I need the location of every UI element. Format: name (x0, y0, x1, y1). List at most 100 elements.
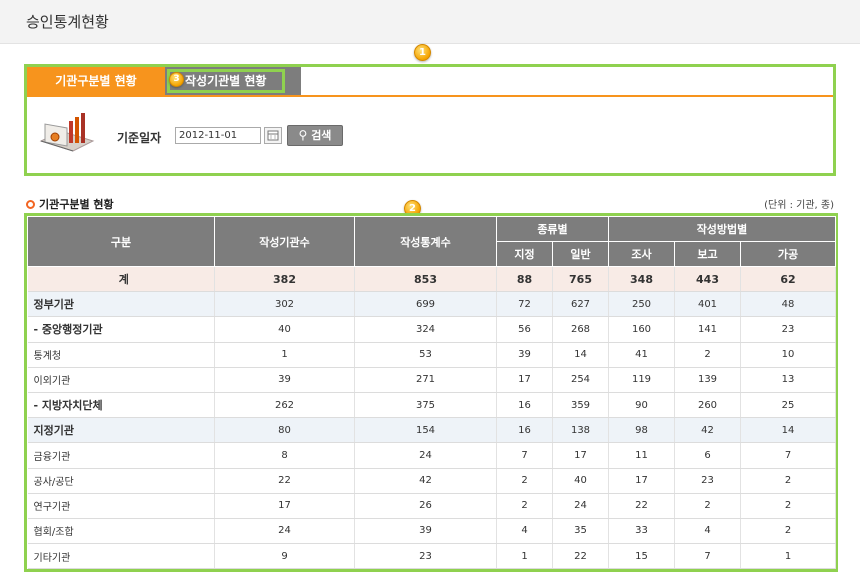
row-label: 금융기관 (27, 442, 215, 469)
table-row: 이외기관 39 271 17 254 119 139 13 (27, 367, 836, 393)
cell-stat: 39 (354, 518, 497, 545)
cell-rep: 4 (674, 518, 741, 545)
row-label: - 중앙행정기관 (27, 316, 215, 343)
cell-org: 80 (214, 417, 355, 444)
row-label: 정부기관 (27, 291, 215, 318)
search-button-label: 검색 (311, 129, 332, 142)
cell-des: 7 (496, 442, 553, 469)
cell-des: 2 (496, 468, 553, 494)
cell-rep: 6 (674, 442, 741, 469)
header-processing: 가공 (740, 241, 836, 267)
header-designated: 지정 (496, 241, 553, 267)
cell-rep: 139 (674, 367, 741, 393)
cell-sur: 17 (608, 468, 675, 494)
annotation-marker-3: 3 (169, 72, 184, 87)
cell-org: 262 (214, 392, 355, 419)
cell-des: 16 (496, 417, 553, 444)
row-label: 연구기관 (27, 493, 215, 519)
cell-sur: 98 (608, 417, 675, 444)
cell-sur: 119 (608, 367, 675, 393)
header-survey: 조사 (608, 241, 675, 267)
cell-pro: 23 (740, 316, 836, 343)
cell-des: 88 (496, 266, 553, 293)
header-category: 구분 (27, 216, 215, 267)
cell-stat: 375 (354, 392, 497, 419)
cell-rep: 23 (674, 468, 741, 494)
row-label: 협회/조합 (27, 518, 215, 545)
row-label: 이외기관 (27, 367, 215, 393)
cell-org: 39 (214, 367, 355, 393)
tab-bar: 기관구분별 현황 3 작성기관별 현황 (27, 67, 833, 97)
tab-by-org-type[interactable]: 기관구분별 현황 (27, 67, 165, 95)
table-row: 공사/공단 22 42 2 40 17 23 2 (27, 468, 836, 494)
cell-stat: 26 (354, 493, 497, 519)
cell-rep: 7 (674, 543, 741, 570)
header-method-group: 작성방법별 (608, 216, 836, 242)
cell-pro: 10 (740, 342, 836, 368)
cell-org: 9 (214, 543, 355, 570)
cell-org: 40 (214, 316, 355, 343)
cell-sur: 41 (608, 342, 675, 368)
unit-note: (단위 : 기관, 종) (764, 200, 834, 211)
table-row: - 지방자치단체 262 375 16 359 90 260 25 (27, 392, 836, 419)
cell-des: 16 (496, 392, 553, 419)
cell-org: 17 (214, 493, 355, 519)
cell-stat: 271 (354, 367, 497, 393)
cell-sur: 11 (608, 442, 675, 469)
bullet-icon (26, 200, 35, 209)
cell-gen: 254 (552, 367, 609, 393)
tab-by-org-label: 작성기관별 현황 (185, 74, 267, 88)
cell-gen: 765 (552, 266, 609, 293)
cell-sur: 250 (608, 291, 675, 318)
cell-org: 22 (214, 468, 355, 494)
header-stat-count: 작성통계수 (354, 216, 497, 267)
header-report: 보고 (674, 241, 741, 267)
table-row: 계 382 853 88 765 348 443 62 (27, 266, 836, 293)
table-row: 통계청 1 53 39 14 41 2 10 (27, 342, 836, 368)
cell-gen: 17 (552, 442, 609, 469)
statistics-chart-icon (39, 113, 95, 152)
cell-org: 8 (214, 442, 355, 469)
cell-rep: 401 (674, 291, 741, 318)
cell-gen: 359 (552, 392, 609, 419)
table-row: 금융기관 8 24 7 17 11 6 7 (27, 442, 836, 469)
cell-org: 24 (214, 518, 355, 545)
page-header: 승인통계현황 (0, 0, 860, 44)
cell-gen: 268 (552, 316, 609, 343)
cell-org: 382 (214, 266, 355, 293)
date-input[interactable] (175, 127, 261, 144)
table-row: - 중앙행정기관 40 324 56 268 160 141 23 (27, 316, 836, 343)
row-label: 통계청 (27, 342, 215, 368)
cell-des: 56 (496, 316, 553, 343)
cell-sur: 15 (608, 543, 675, 570)
cell-sur: 33 (608, 518, 675, 545)
row-label: 계 (27, 266, 215, 293)
annotation-marker-1: 1 (414, 44, 431, 61)
cell-rep: 2 (674, 342, 741, 368)
header-type-group: 종류별 (496, 216, 609, 242)
calendar-button[interactable] (264, 127, 282, 144)
cell-pro: 25 (740, 392, 836, 419)
cell-sur: 160 (608, 316, 675, 343)
cell-rep: 42 (674, 417, 741, 444)
cell-des: 4 (496, 518, 553, 545)
tab-by-org[interactable]: 3 작성기관별 현황 (165, 67, 301, 95)
cell-stat: 324 (354, 316, 497, 343)
row-label: 공사/공단 (27, 468, 215, 494)
cell-pro: 62 (740, 266, 836, 293)
cell-stat: 699 (354, 291, 497, 318)
cell-des: 39 (496, 342, 553, 368)
cell-rep: 2 (674, 493, 741, 519)
search-button[interactable]: ⚲ 검색 (287, 125, 343, 146)
table-row: 정부기관 302 699 72 627 250 401 48 (27, 291, 836, 318)
table-row: 지정기관 80 154 16 138 98 42 14 (27, 417, 836, 444)
cell-stat: 853 (354, 266, 497, 293)
cell-org: 302 (214, 291, 355, 318)
cell-pro: 1 (740, 543, 836, 570)
cell-stat: 24 (354, 442, 497, 469)
cell-des: 1 (496, 543, 553, 570)
calendar-icon (267, 130, 279, 141)
stats-table: 구분 작성기관수 작성통계수 종류별 작성방법별 지정 일반 조사 보고 가공 … (27, 216, 836, 570)
cell-pro: 2 (740, 468, 836, 494)
cell-rep: 141 (674, 316, 741, 343)
